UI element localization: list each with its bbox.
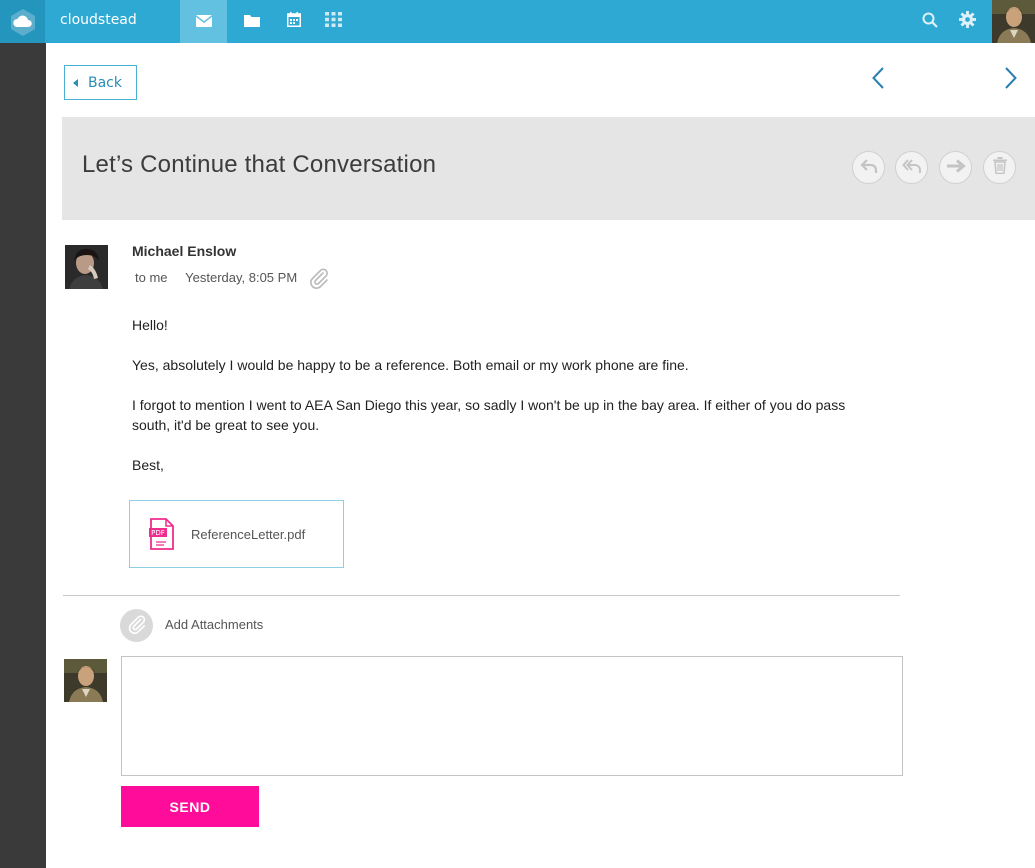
nav-calendar[interactable]	[276, 0, 312, 43]
chevron-left-icon	[872, 67, 884, 93]
nav-apps[interactable]	[315, 0, 351, 43]
reply-all-icon	[901, 158, 922, 178]
paperclip-icon	[308, 268, 330, 293]
add-attachments-label[interactable]: Add Attachments	[165, 617, 263, 632]
brand-name[interactable]: cloudstead	[60, 12, 137, 28]
attachment-filename: ReferenceLetter.pdf	[191, 527, 306, 542]
pdf-file-icon: PDF	[149, 518, 175, 550]
next-message-button[interactable]	[999, 66, 1023, 94]
mail-icon	[195, 12, 212, 31]
nav-files[interactable]	[234, 0, 270, 43]
sender-avatar	[65, 245, 108, 289]
search-icon	[922, 12, 938, 32]
top-bar: cloudstead	[0, 0, 1035, 43]
attachment-card[interactable]: PDF ReferenceLetter.pdf	[129, 500, 344, 568]
body-paragraph: Yes, absolutely I would be happy to be a…	[132, 357, 689, 373]
left-rail	[0, 43, 46, 868]
settings-button[interactable]	[952, 0, 982, 43]
search-button[interactable]	[915, 0, 945, 43]
recipient-label: to me	[135, 270, 168, 285]
user-avatar[interactable]	[992, 0, 1035, 43]
previous-message-button[interactable]	[866, 66, 890, 94]
nav-mail[interactable]	[180, 0, 227, 43]
cloud-logo-icon[interactable]	[0, 0, 45, 43]
chevron-right-icon	[1005, 67, 1017, 93]
reply-icon	[859, 158, 878, 178]
pdf-badge-label: PDF	[151, 529, 165, 537]
apps-grid-icon	[324, 12, 342, 31]
current-user-avatar	[64, 659, 107, 702]
body-paragraph: Hello!	[132, 317, 168, 333]
caret-left-icon	[73, 78, 78, 87]
send-button[interactable]: SEND	[121, 786, 259, 827]
trash-icon	[992, 157, 1007, 178]
message-time: Yesterday, 8:05 PM	[185, 270, 298, 285]
attachment-indicator	[308, 267, 330, 289]
paperclip-icon	[127, 614, 147, 638]
body-paragraph: I forgot to mention I went to AEA San Di…	[132, 397, 846, 433]
folder-icon	[244, 12, 260, 31]
forward-button[interactable]	[939, 151, 972, 184]
reply-all-button[interactable]	[895, 151, 928, 184]
add-attachments-button[interactable]	[120, 609, 153, 642]
sender-name[interactable]: Michael Enslow	[132, 243, 236, 259]
calendar-icon	[287, 12, 301, 31]
reply-textarea[interactable]	[121, 656, 903, 776]
delete-button[interactable]	[983, 151, 1016, 184]
body-paragraph: Best,	[132, 457, 164, 473]
back-button[interactable]: Back	[64, 65, 137, 100]
message-subject: Let’s Continue that Conversation	[82, 151, 437, 178]
subject-bar: Let’s Continue that Conversation	[62, 117, 1035, 220]
message-meta: to me Yesterday, 8:05 PM	[135, 270, 297, 285]
reply-button[interactable]	[852, 151, 885, 184]
forward-icon	[946, 158, 966, 177]
divider	[63, 595, 900, 596]
gear-icon	[958, 11, 976, 32]
back-label: Back	[88, 74, 122, 91]
